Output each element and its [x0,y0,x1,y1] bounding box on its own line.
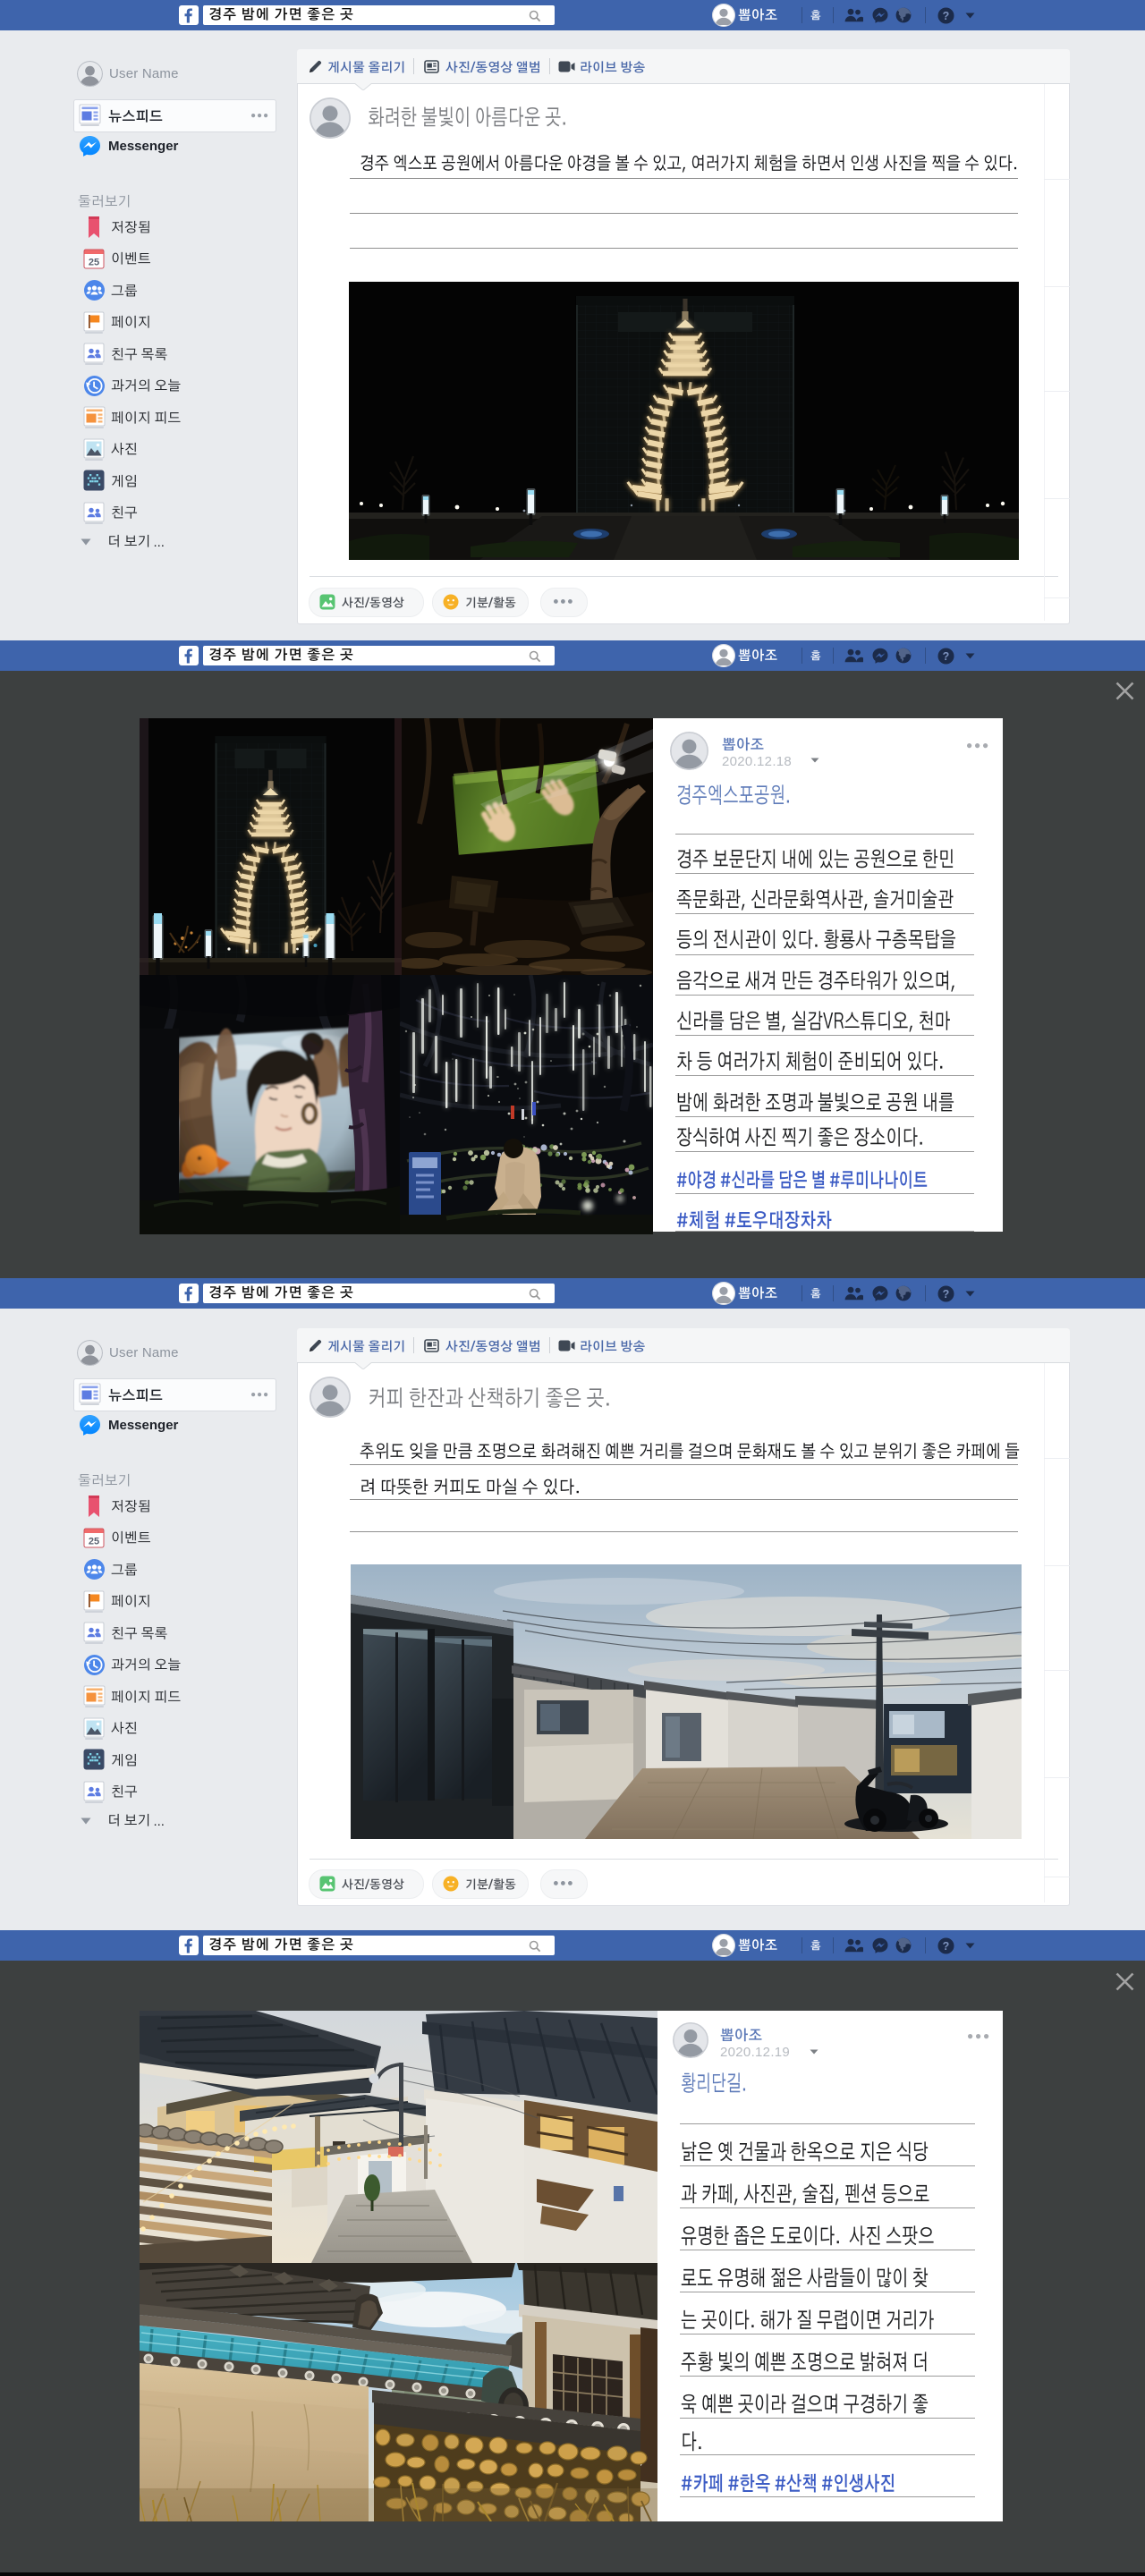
svg-text:?: ? [943,10,950,22]
svg-text:25: 25 [89,257,99,267]
svg-text:?: ? [943,650,950,663]
svg-text:?: ? [943,1288,950,1301]
svg-text:?: ? [943,1940,950,1953]
svg-text:25: 25 [89,1536,99,1546]
